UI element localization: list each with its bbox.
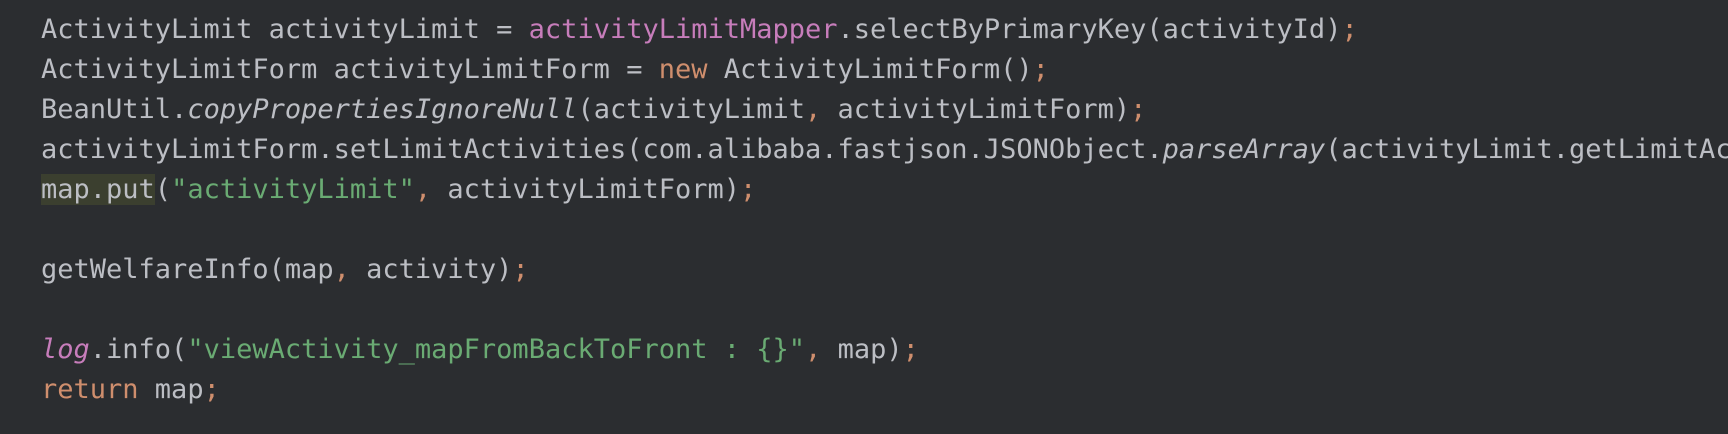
string-literal-token: "viewActivity_mapFromBackToFront : {}" <box>187 334 806 365</box>
code-token: activity) <box>349 254 513 285</box>
code-token: activityLimitForm) <box>821 94 1131 125</box>
code-token: ActivityLimitForm() <box>707 54 1033 85</box>
punctuation-token: , <box>805 334 822 365</box>
code-line[interactable]: map.put("activityLimit", activityLimitFo… <box>41 168 756 212</box>
code-line[interactable]: ActivityLimitForm activityLimitForm = ne… <box>41 48 1049 92</box>
highlighted-usage-token: map.put <box>41 174 155 205</box>
static-method-token: parseArray <box>1162 134 1326 165</box>
code-token: ActivityLimit activityLimit = <box>41 14 529 45</box>
punctuation-token: ; <box>1130 94 1147 125</box>
code-token: (activityLimit.getLimitActivit <box>1325 134 1728 165</box>
string-literal-token: "activityLimit" <box>171 174 415 205</box>
field-token: activityLimitMapper <box>528 14 838 45</box>
code-token: (activityLimit <box>577 94 806 125</box>
punctuation-token: ; <box>902 334 919 365</box>
punctuation-token: ; <box>1032 54 1049 85</box>
punctuation-token: ; <box>203 374 220 405</box>
code-line[interactable]: activityLimitForm.setLimitActivities(com… <box>41 128 1728 172</box>
code-token: BeanUtil. <box>41 94 188 125</box>
punctuation-token: , <box>414 174 432 205</box>
keyword-token: new <box>658 54 708 85</box>
static-field-token: log <box>41 334 90 365</box>
code-token: map) <box>821 334 903 365</box>
punctuation-token: , <box>333 254 350 285</box>
punctuation-token: ; <box>512 254 529 285</box>
code-editor[interactable]: ActivityLimit activityLimit = activityLi… <box>0 0 1728 434</box>
code-token: ( <box>154 174 172 205</box>
code-token: .selectByPrimaryKey(activityId) <box>837 14 1342 45</box>
punctuation-token: ; <box>1341 14 1358 45</box>
code-line[interactable]: log.info("viewActivity_mapFromBackToFron… <box>41 328 919 372</box>
code-line[interactable]: BeanUtil.copyPropertiesIgnoreNull(activi… <box>41 88 1146 132</box>
code-token: ActivityLimitForm activityLimitForm = <box>41 54 659 85</box>
keyword-token: return <box>41 374 139 405</box>
code-token: getWelfareInfo(map <box>41 254 334 285</box>
code-token: map <box>138 374 204 405</box>
code-token: activityLimitForm) <box>431 174 741 205</box>
punctuation-token: , <box>805 94 822 125</box>
punctuation-token: ; <box>740 174 757 205</box>
code-line[interactable]: ActivityLimit activityLimit = activityLi… <box>41 8 1358 52</box>
code-token: .info( <box>89 334 188 365</box>
code-line[interactable]: return map; <box>41 368 220 412</box>
code-line[interactable]: getWelfareInfo(map, activity); <box>41 248 529 292</box>
static-method-token: copyPropertiesIgnoreNull <box>187 94 578 125</box>
code-token: activityLimitForm.setLimitActivities(com… <box>41 134 1163 165</box>
